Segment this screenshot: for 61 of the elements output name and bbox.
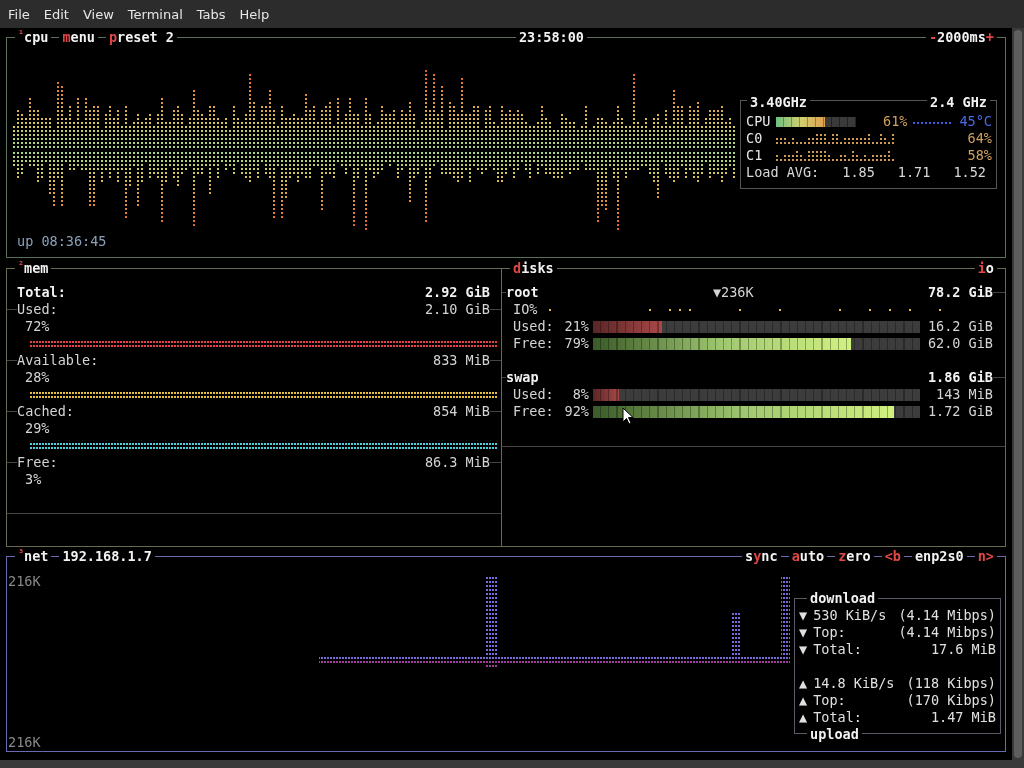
percent-text: 61% <box>882 113 908 130</box>
io-label: IO% <box>513 301 538 318</box>
rate-value: (170 Kibps) <box>906 692 996 709</box>
size-value: 143 MiB <box>935 386 993 403</box>
percent-text: 92% <box>563 403 589 420</box>
rate-value: 1.47 MiB <box>930 709 996 726</box>
up-triangle-icon: ▲ <box>799 675 808 692</box>
size-value: 62.0 GiB <box>926 335 993 352</box>
down-triangle-icon: ▼ <box>799 624 808 641</box>
percent-text: 21% <box>563 318 589 335</box>
rate-label: Total: <box>813 709 862 726</box>
uptime-text: up 08:36:45 <box>17 233 107 250</box>
rate-value: (4.14 Mibps) <box>898 607 996 624</box>
rate-label: Top: <box>813 692 846 709</box>
bar-label: Used: <box>513 318 555 335</box>
down-triangle-icon: ▼ <box>799 607 808 624</box>
net-control[interactable]: enp2s0 <box>911 548 967 565</box>
percent-text: 29% <box>25 420 50 436</box>
percent-text: 28% <box>25 369 50 385</box>
rate-label: Total: <box>813 641 862 658</box>
rate-value: 17.6 MiB <box>930 641 996 658</box>
menu-item[interactable]: Edit <box>36 5 76 23</box>
percent-text: 64% <box>966 130 992 147</box>
menu-item[interactable]: Terminal <box>120 5 190 23</box>
percent-text: 72% <box>25 318 50 334</box>
percent-text: 79% <box>563 335 589 352</box>
rate-label: 14.8 KiB/s <box>813 675 895 692</box>
menu-item[interactable]: Help <box>232 5 277 23</box>
toggle-button[interactable]: preset 2 <box>105 29 177 46</box>
load-value: 1.52 <box>953 164 986 181</box>
size-value: 16.2 GiB <box>926 318 993 335</box>
load-value: 1.71 <box>897 164 931 181</box>
load-label: Load AVG: <box>746 164 820 181</box>
percent-text: 8% <box>571 386 589 403</box>
menu-item[interactable]: Tabs <box>189 5 233 23</box>
up-triangle-icon: ▲ <box>799 709 808 726</box>
cpu-label: C0 <box>746 130 764 147</box>
bar-label: Used: <box>513 386 555 403</box>
scrollbar[interactable] <box>1012 28 1024 760</box>
rate-label: Top: <box>813 624 846 641</box>
rate-value: (118 Kibps) <box>906 675 996 692</box>
bar-label: Free: <box>513 403 555 420</box>
size-value: 1.72 GiB <box>926 403 993 420</box>
bar-label: Free: <box>513 335 555 352</box>
up-triangle-icon: ▲ <box>799 692 808 709</box>
rate-value: (4.14 Mibps) <box>898 624 996 641</box>
upload-title: upload <box>807 726 862 743</box>
cpu-label: CPU <box>746 113 770 130</box>
scale-label: 216K <box>8 734 42 751</box>
load-value: 1.85 <box>842 164 875 181</box>
menu-item[interactable]: File <box>1 5 37 23</box>
rate-label: 530 KiB/s <box>813 607 887 624</box>
temperature-text: 45°C <box>959 113 992 130</box>
mouse-pointer-icon <box>622 407 634 425</box>
menu-item[interactable]: View <box>75 5 121 23</box>
io-speed: ▼236K <box>712 284 754 301</box>
cpu-label: C1 <box>746 147 764 164</box>
percent-text: 58% <box>966 147 992 164</box>
down-triangle-icon: ▼ <box>799 641 808 658</box>
scale-label: 216K <box>8 573 42 590</box>
percent-text: 3% <box>25 471 42 487</box>
